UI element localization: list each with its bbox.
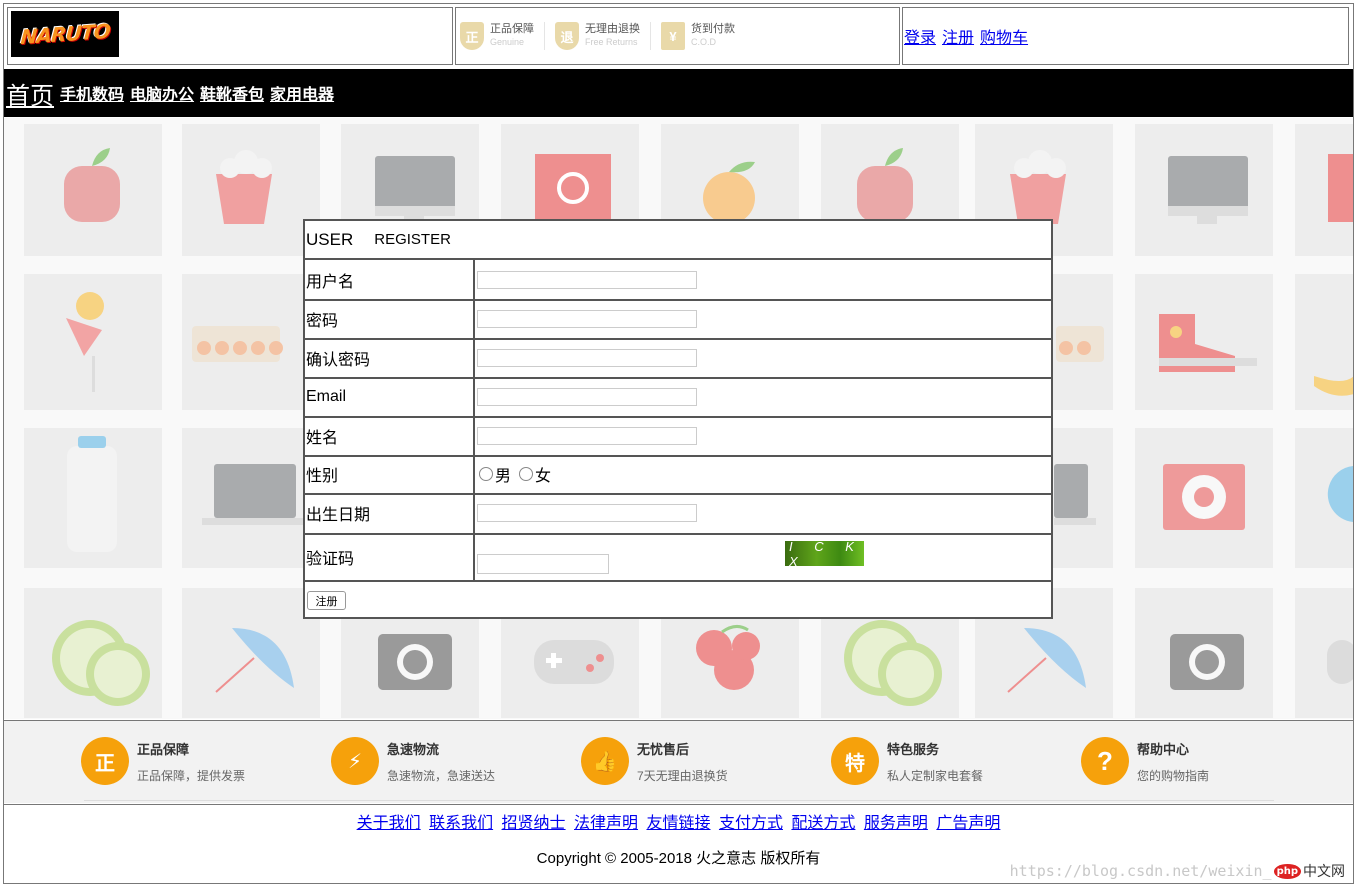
- gender-female-label: 女: [535, 468, 552, 485]
- footer-link-service[interactable]: 服务声明: [864, 815, 928, 832]
- watermark-url: https://blog.csdn.net/weixin_: [1009, 862, 1272, 880]
- username-label: 用户名: [305, 260, 475, 299]
- special-service-icon: 特: [831, 737, 879, 785]
- service-title: 特色服务: [887, 741, 940, 757]
- username-row: 用户名: [305, 260, 1051, 301]
- email-row: Email: [305, 377, 1051, 418]
- confirm-password-row: 确认密码: [305, 338, 1051, 379]
- captcha-row: 验证码 I C K X: [305, 533, 1051, 582]
- form-title-row: USER REGISTER: [305, 221, 1051, 260]
- service-title: 急速物流: [387, 741, 440, 757]
- service-title: 无忧售后: [637, 741, 690, 757]
- footer-link-legal[interactable]: 法律声明: [574, 815, 638, 832]
- service-desc: 7天无理由退换货: [637, 768, 728, 783]
- promise-genuine: 正 正品保障 Genuine: [460, 22, 545, 50]
- promise-sub: Free Returns: [585, 37, 638, 47]
- help-icon: ?: [1081, 737, 1129, 785]
- promise-cell: 正 正品保障 Genuine 退 无理由退换 Free Returns ¥ 货到付款…: [455, 7, 900, 65]
- cod-icon: ¥: [661, 22, 685, 50]
- email-label: Email: [305, 377, 475, 416]
- service-desc: 正品保障，提供发票: [137, 768, 246, 783]
- gender-male-radio[interactable]: [479, 467, 493, 481]
- promise-title: 货到付款: [691, 23, 735, 35]
- register-form: USER REGISTER 用户名 密码 确认密码 Email 姓名 性别 男 …: [303, 219, 1053, 619]
- footer-link-friends[interactable]: 友情链接: [646, 815, 710, 832]
- service-title: 帮助中心: [1137, 741, 1190, 757]
- submit-row: 注册: [305, 580, 1051, 619]
- service-desc: 私人定制家电套餐: [887, 768, 984, 783]
- service-help: ? 帮助中心您的购物指南: [1081, 737, 1209, 785]
- captcha-input[interactable]: [477, 554, 609, 574]
- service-delivery: ⚡ 急速物流急速物流，急速送达: [331, 737, 495, 785]
- gender-male-label: 男: [495, 468, 512, 485]
- divider: [84, 800, 1274, 801]
- service-genuine: 正 正品保障正品保障，提供发票: [81, 737, 245, 785]
- captcha-label: 验证码: [305, 533, 475, 580]
- site-logo[interactable]: NARUTO: [11, 11, 119, 57]
- nav-category-phones[interactable]: 手机数码: [60, 81, 124, 105]
- name-label: 姓名: [305, 416, 475, 455]
- promise-returns: 退 无理由退换 Free Returns: [555, 22, 651, 50]
- name-row: 姓名: [305, 416, 1051, 457]
- genuine-icon: 正: [81, 737, 129, 785]
- promise-title: 无理由退换: [585, 23, 640, 35]
- footer: 关于我们 联系我们 招贤纳士 法律声明 友情链接 支付方式 配送方式 服务声明 …: [4, 804, 1353, 883]
- service-strip: 正 正品保障正品保障，提供发票 ⚡ 急速物流急速物流，急速送达 👍 无忧售后 7天…: [4, 720, 1353, 803]
- nav-category-shoes-bags[interactable]: 鞋靴香包: [200, 81, 264, 105]
- gender-label: 性别: [305, 455, 475, 493]
- promise-title: 正品保障: [490, 23, 534, 35]
- password-row: 密码: [305, 299, 1051, 340]
- promise-cod: ¥ 货到付款 C.O.D: [661, 22, 745, 50]
- confirm-password-label: 确认密码: [305, 338, 475, 377]
- password-label: 密码: [305, 299, 475, 338]
- promise-sub: C.O.D: [691, 37, 717, 47]
- footer-link-shipping[interactable]: 配送方式: [791, 815, 855, 832]
- service-special: 特 特色服务私人定制家电套餐: [831, 737, 983, 785]
- service-title: 正品保障: [137, 741, 190, 757]
- footer-link-ads[interactable]: 广告声明: [936, 815, 1000, 832]
- nav-home-link[interactable]: 首页: [6, 76, 54, 111]
- footer-link-payment[interactable]: 支付方式: [719, 815, 783, 832]
- thumbs-up-icon: 👍: [581, 737, 629, 785]
- cart-link[interactable]: 购物车: [980, 24, 1028, 48]
- service-after-sales: 👍 无忧售后 7天无理由退换货: [581, 737, 728, 785]
- confirm-password-input[interactable]: [477, 348, 697, 367]
- footer-link-contact[interactable]: 联系我们: [429, 815, 493, 832]
- gender-female-radio[interactable]: [519, 467, 534, 481]
- service-desc: 急速物流，急速送达: [387, 768, 496, 783]
- name-input[interactable]: [477, 426, 697, 445]
- return-shield-icon: 退: [555, 22, 579, 50]
- logo-cell: NARUTO: [7, 7, 453, 65]
- register-submit-button[interactable]: 注册: [307, 591, 346, 610]
- service-desc: 您的购物指南: [1137, 768, 1210, 783]
- category-nav: 首页 手机数码 电脑办公 鞋靴香包 家用电器: [4, 69, 1353, 117]
- nav-category-appliances[interactable]: 家用电器: [270, 81, 334, 105]
- birthday-input[interactable]: [477, 504, 697, 522]
- captcha-image[interactable]: I C K X: [785, 539, 864, 569]
- footer-link-jobs[interactable]: 招贤纳士: [502, 815, 566, 832]
- gender-row: 性别 男 女: [305, 455, 1051, 495]
- register-link[interactable]: 注册: [942, 24, 974, 48]
- password-input[interactable]: [477, 309, 697, 328]
- delivery-icon: ⚡: [331, 737, 379, 785]
- watermark: https://blog.csdn.net/weixin_ php 中文网: [1010, 861, 1345, 881]
- account-links-cell: 登录 注册 购物车: [902, 7, 1349, 65]
- login-link[interactable]: 登录: [904, 24, 936, 48]
- form-title-user: USER: [306, 229, 354, 249]
- birthday-row: 出生日期: [305, 493, 1051, 535]
- email-input[interactable]: [477, 387, 697, 406]
- footer-link-about[interactable]: 关于我们: [357, 815, 421, 832]
- footer-links: 关于我们 联系我们 招贤纳士 法律声明 友情链接 支付方式 配送方式 服务声明 …: [4, 809, 1353, 833]
- nav-category-computers[interactable]: 电脑办公: [130, 81, 194, 105]
- genuine-shield-icon: 正: [460, 22, 484, 50]
- form-title-register: REGISTER: [374, 231, 451, 248]
- php-logo-icon: php 中文网: [1273, 861, 1345, 881]
- birthday-label: 出生日期: [305, 493, 475, 533]
- promise-sub: Genuine: [490, 37, 525, 47]
- username-input[interactable]: [477, 270, 697, 289]
